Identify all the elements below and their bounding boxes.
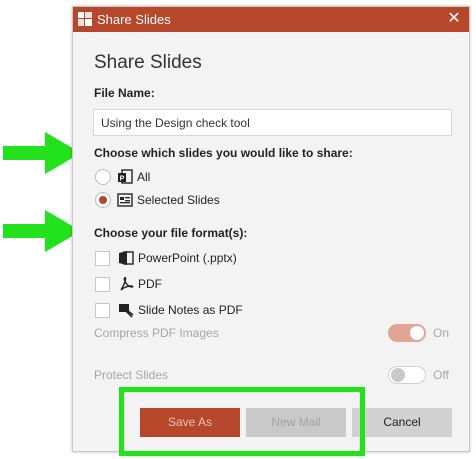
- format-option-pdf[interactable]: PDF: [95, 275, 162, 293]
- slide-notes-icon: [119, 304, 134, 318]
- cancel-button[interactable]: Cancel: [352, 408, 452, 437]
- radio-option-all[interactable]: P All: [95, 168, 150, 186]
- compress-pdf-images-toggle[interactable]: [388, 324, 426, 342]
- compress-pdf-images-label: Compress PDF Images: [94, 326, 219, 340]
- screenshot-stage: Share Slides ✕ Share Slides File Name: U…: [0, 0, 476, 459]
- toggle-state-label: Off: [433, 368, 449, 382]
- dialog-heading: Share Slides: [94, 52, 202, 73]
- share-slides-dialog: Share Slides ✕ Share Slides File Name: U…: [72, 6, 470, 452]
- format-option-slide-notes[interactable]: Slide Notes as PDF: [95, 301, 243, 319]
- file-name-input[interactable]: Using the Design check tool: [93, 109, 452, 136]
- option-label: PowerPoint (.pptx): [138, 251, 237, 265]
- share-app-icon: [78, 12, 92, 26]
- option-label: All: [137, 170, 151, 184]
- radio-button-selected[interactable]: [95, 192, 111, 208]
- presentation-icon: P: [118, 169, 133, 184]
- file-name-label: File Name:: [94, 86, 155, 100]
- annotation-highlight-box: [119, 387, 365, 456]
- slides-list-icon: [117, 193, 133, 207]
- protect-slides-label: Protect Slides: [94, 368, 169, 382]
- window-title: Share Slides: [97, 12, 171, 27]
- protect-slides-row: Protect Slides Off: [94, 365, 452, 385]
- annotation-arrow-slides: [3, 132, 81, 174]
- format-option-pptx[interactable]: PowerPoint (.pptx): [95, 249, 237, 267]
- compress-pdf-images-row: Compress PDF Images On: [94, 323, 452, 343]
- option-label: Selected Slides: [137, 193, 220, 207]
- radio-option-selected-slides[interactable]: Selected Slides: [95, 191, 220, 209]
- protect-slides-toggle[interactable]: [388, 366, 426, 384]
- option-label: Slide Notes as PDF: [138, 303, 243, 317]
- format-question-label: Choose your file format(s):: [94, 226, 248, 240]
- toggle-state-label: On: [433, 326, 450, 340]
- slides-question-label: Choose which slides you would like to sh…: [94, 146, 353, 160]
- radio-button[interactable]: [95, 169, 111, 185]
- pdf-icon: [120, 276, 134, 291]
- close-icon[interactable]: ✕: [447, 10, 461, 28]
- dialog-titlebar: Share Slides ✕: [73, 7, 469, 32]
- option-label: PDF: [138, 277, 162, 291]
- checkbox[interactable]: [95, 250, 110, 266]
- checkbox[interactable]: [95, 276, 110, 292]
- svg-text:P: P: [120, 175, 125, 182]
- checkbox[interactable]: [95, 302, 110, 318]
- powerpoint-icon: [119, 251, 134, 265]
- annotation-arrow-format: [3, 210, 81, 252]
